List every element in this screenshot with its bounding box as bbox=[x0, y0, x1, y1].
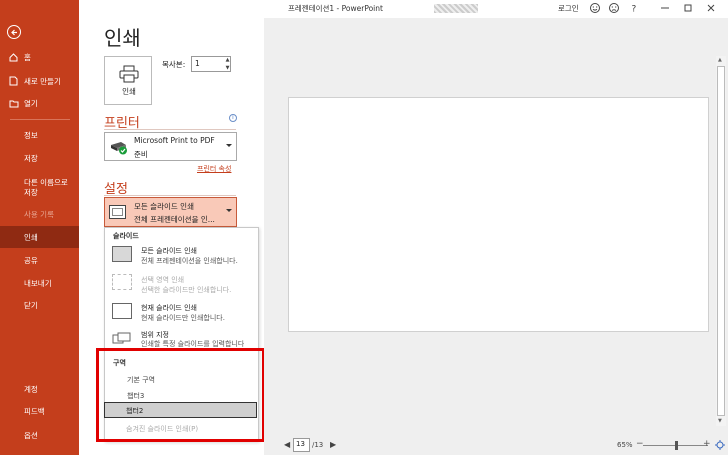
printer-ready-icon bbox=[111, 142, 127, 155]
printer-icon bbox=[119, 65, 139, 83]
section-item-chapter2: 챕터2 bbox=[126, 407, 144, 415]
redacted-name bbox=[434, 4, 478, 13]
smile-feedback-icon[interactable] bbox=[589, 2, 601, 14]
sidebar-item-history: 사용 기록 bbox=[24, 210, 54, 219]
sidebar-divider bbox=[10, 119, 70, 120]
all-slides-icon bbox=[109, 205, 126, 219]
svg-text:?: ? bbox=[632, 5, 637, 15]
sidebar-item-account[interactable]: 계정 bbox=[24, 385, 38, 395]
previous-page-icon[interactable]: ◀ bbox=[284, 440, 290, 449]
backstage-sidebar: 홈 새로 만들기 열기 정보 저장 다른 이름으로 저장 사용 기록 인쇄 공유… bbox=[0, 0, 79, 455]
sidebar-item-home[interactable]: 홈 bbox=[24, 53, 31, 63]
sidebar-item-options[interactable]: 옵션 bbox=[24, 431, 38, 441]
current-slide-icon bbox=[112, 303, 132, 319]
menu-item-subtitle: 인쇄할 특정 슬라이드를 입력합니다 bbox=[141, 340, 245, 347]
sidebar-item-info[interactable]: 정보 bbox=[24, 131, 38, 141]
minimize-icon[interactable] bbox=[659, 2, 671, 14]
settings-heading-rule bbox=[104, 195, 236, 196]
menu-item-subtitle: 현재 슬라이드만 인쇄합니다. bbox=[141, 314, 225, 322]
next-page-icon[interactable]: ▶ bbox=[330, 440, 336, 449]
back-arrow-icon bbox=[11, 29, 17, 36]
window-title: 프레젠테이션1 - PowerPoint bbox=[288, 4, 383, 13]
back-button[interactable] bbox=[7, 25, 21, 39]
print-range-subtitle: 전체 프레젠테이션을 인... bbox=[134, 215, 215, 224]
zoom-out-icon[interactable]: − bbox=[636, 439, 644, 449]
maximize-icon[interactable] bbox=[682, 2, 694, 14]
section-item-default[interactable]: 기본 구역 bbox=[127, 375, 155, 385]
chevron-down-icon bbox=[226, 209, 232, 212]
sidebar-item-share[interactable]: 공유 bbox=[24, 256, 38, 266]
menu-item-subtitle: 선택한 슬라이드만 인쇄합니다. bbox=[141, 286, 232, 294]
home-icon bbox=[9, 53, 18, 62]
login-link[interactable]: 로그인 bbox=[558, 3, 579, 14]
menu-item-subtitle: 전체 프레젠테이션을 인쇄합니다. bbox=[141, 257, 238, 265]
new-file-icon bbox=[9, 76, 18, 86]
copies-stepper[interactable]: ▲ ▼ bbox=[224, 56, 231, 72]
all-slides-icon bbox=[112, 246, 132, 262]
sidebar-item-open[interactable]: 열기 bbox=[24, 99, 38, 109]
print-range-dropdown[interactable]: 모든 슬라이드 인쇄 전체 프레젠테이션을 인... bbox=[104, 197, 237, 227]
chevron-down-icon bbox=[226, 144, 232, 147]
close-icon[interactable] bbox=[705, 2, 717, 14]
menu-item-title: 현재 슬라이드 인쇄 bbox=[141, 304, 197, 312]
zoom-in-icon[interactable]: + bbox=[703, 439, 711, 449]
print-hidden-slides: 숨겨진 슬라이드 인쇄(P) bbox=[126, 425, 199, 433]
copies-label: 복사본: bbox=[162, 60, 186, 69]
sidebar-item-close[interactable]: 닫기 bbox=[24, 301, 38, 311]
sidebar-item-save-as[interactable]: 다른 이름으로 저장 bbox=[24, 178, 74, 198]
scroll-up-icon[interactable]: ▲ bbox=[718, 57, 722, 63]
printer-name: Microsoft Print to PDF bbox=[134, 136, 215, 145]
sidebar-item-feedback[interactable]: 피드백 bbox=[24, 407, 45, 417]
print-button-label: 인쇄 bbox=[122, 87, 136, 96]
scrollbar-thumb[interactable] bbox=[717, 66, 725, 416]
sidebar-item-print[interactable]: 인쇄 bbox=[24, 233, 38, 243]
zoom-level: 65% bbox=[617, 441, 633, 449]
selection-icon bbox=[112, 274, 132, 290]
fit-to-window-icon[interactable] bbox=[715, 440, 725, 450]
preview-page bbox=[288, 97, 709, 332]
printer-status: 준비 bbox=[134, 150, 148, 159]
section-item-chapter3[interactable]: 챕터3 bbox=[127, 391, 144, 401]
scroll-down-icon[interactable]: ▼ bbox=[718, 418, 722, 424]
open-folder-icon bbox=[9, 100, 19, 108]
sections-header: 구역 bbox=[113, 359, 126, 367]
printer-heading-rule bbox=[104, 129, 236, 130]
printer-properties-link[interactable]: 프린터 속성 bbox=[197, 164, 231, 174]
zoom-slider-handle[interactable] bbox=[675, 441, 678, 450]
help-icon[interactable]: ? bbox=[628, 2, 640, 15]
print-button[interactable]: 인쇄 bbox=[104, 56, 152, 105]
frown-feedback-icon[interactable] bbox=[608, 2, 620, 14]
page-total: /13 bbox=[312, 441, 324, 449]
sidebar-active-highlight bbox=[0, 226, 79, 248]
print-range-title: 모든 슬라이드 인쇄 bbox=[134, 202, 194, 211]
custom-range-icon bbox=[112, 332, 131, 344]
printer-dropdown[interactable]: Microsoft Print to PDF 준비 bbox=[104, 132, 237, 161]
page-title: 인쇄 bbox=[104, 26, 141, 50]
page-number-input[interactable]: 13 bbox=[293, 438, 310, 452]
info-icon[interactable]: i bbox=[229, 114, 237, 122]
sidebar-item-export[interactable]: 내보내기 bbox=[24, 279, 52, 289]
menu-item-title: 모든 슬라이드 인쇄 bbox=[141, 247, 197, 255]
title-bar: 프레젠테이션1 - PowerPoint 로그인 ? bbox=[79, 0, 728, 18]
sidebar-item-save[interactable]: 저장 bbox=[24, 154, 38, 164]
sidebar-item-new[interactable]: 새로 만들기 bbox=[24, 77, 61, 87]
slides-section-header: 슬라이드 bbox=[113, 232, 139, 240]
menu-item-title: 선택 영역 인쇄 bbox=[141, 276, 185, 284]
